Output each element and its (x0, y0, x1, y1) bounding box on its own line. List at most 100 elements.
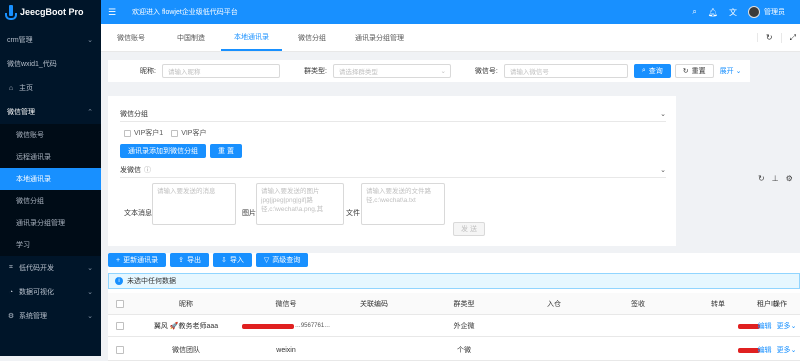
sidebar-item-lowcode[interactable]: ⌗ 低代码开发 ⌄ (0, 256, 101, 280)
tab-wechat-account[interactable]: 微信账号 (101, 24, 161, 51)
expand-link[interactable]: 展开 ⌄ (720, 66, 742, 76)
refresh-icon[interactable]: ↻ (756, 33, 773, 42)
group-checkbox[interactable]: VIP客户 (171, 128, 206, 138)
nickname-input[interactable]: 请输入昵称 (161, 64, 280, 78)
col-in-warehouse[interactable]: 入仓 (512, 293, 596, 315)
expand-label: 展开 (719, 68, 734, 75)
sidebar-sub-wechat-group[interactable]: 微信分组 (0, 190, 101, 212)
row-checkbox[interactable] (108, 339, 132, 361)
jeecg-logo-icon (5, 5, 17, 20)
sidebar-item-label: 微信wxid1_代码 (7, 61, 57, 68)
more-dropdown[interactable]: 更多⌄ (777, 321, 797, 331)
more-label: 更多 (776, 347, 791, 354)
wechat-group-collapse[interactable]: 微信分组 ⌄ (120, 106, 666, 122)
sidebar-item-label: crm管理 (7, 37, 33, 44)
sidebar-item-wechat-manage[interactable]: 微信管理 ⌃ (0, 100, 101, 124)
sidebar-sub-learn[interactable]: 学习 (0, 234, 101, 256)
group-reset-button[interactable]: 重 置 (210, 144, 242, 158)
user-menu[interactable]: 管理员 (748, 6, 785, 18)
edit-link[interactable]: 编辑 (758, 345, 772, 355)
advanced-query-button[interactable]: ▽ 高级查询 (255, 253, 309, 267)
col-group-type[interactable]: 群类型 (416, 293, 512, 315)
menu-toggle-icon[interactable]: ☰ (108, 7, 122, 18)
send-wechat-collapse[interactable]: 发微信 ⓘ ⌄ (120, 162, 666, 178)
sidebar-item-label: 主页 (19, 85, 33, 92)
search-icon[interactable]: ⌕ (692, 7, 696, 17)
edit-link[interactable]: 编辑 (758, 321, 772, 331)
export-button[interactable]: ⇪ 导出 (170, 253, 209, 267)
checkbox-box (171, 129, 179, 137)
group-checkbox[interactable]: VIP客户1 (124, 128, 163, 138)
group-type-select[interactable]: 请选择群类型 ⌄ (332, 64, 451, 78)
sidebar-sub-contact-group-manage[interactable]: 通讯录分组管理 (0, 212, 101, 234)
wechat-group-title: 微信分组 (120, 110, 148, 118)
wechat-id-input[interactable]: 请输入微信号 (503, 64, 628, 78)
column-height-icon[interactable]: ⊥ (772, 174, 779, 183)
sidebar-sub-label: 微信分组 (16, 198, 44, 205)
sidebar-item-dataviz[interactable]: ◔ 数据可视化 ⌄ (0, 280, 101, 304)
sidebar-item-home[interactable]: ⌂ 主页 (0, 76, 101, 100)
app-logo[interactable]: JeecgBoot Pro (0, 0, 101, 24)
export-label: 导出 (186, 257, 201, 264)
translate-icon[interactable]: 文 (729, 7, 737, 18)
sidebar-sub-remote-contacts[interactable]: 远程通讯录 (0, 146, 101, 168)
row-checkbox[interactable] (108, 315, 132, 337)
col-code[interactable]: 关联编码 (332, 293, 416, 315)
plus-icon: + (116, 256, 121, 264)
sidebar-item-system[interactable]: ⚙ 系统管理 ⌄ (0, 304, 101, 328)
send-button[interactable]: 发 送 (453, 222, 485, 236)
sidebar-item-crm[interactable]: crm管理 ⌄ (0, 28, 101, 52)
export-icon: ⇪ (178, 257, 184, 264)
col-nickname[interactable]: 昵称 (132, 293, 240, 315)
selection-alert-text: 未选中任何数据 (127, 278, 176, 285)
table-row[interactable]: 翼风 🚀教务老师aaa …9567761… 外企微 编辑 更多⌄ (108, 315, 800, 337)
query-label: 查询 (648, 68, 663, 75)
bell-icon[interactable]: 🔔︎ (708, 8, 718, 17)
refresh-icon[interactable]: ↻ (758, 174, 765, 183)
sidebar-sub-local-contacts[interactable]: 本地通讯录 (0, 168, 101, 190)
chevron-down-icon: ⌄ (660, 110, 666, 118)
col-sign[interactable]: 签收 (596, 293, 680, 315)
text-message-input[interactable]: 请输入要发送的消息 (152, 183, 236, 225)
image-path-input[interactable]: 请输入要发送的图片jpg|jpeg|png|gif|路径,c:\wechat\a… (256, 183, 344, 225)
add-to-group-button[interactable]: 通讯录添加到微信分组 (120, 144, 206, 158)
cell-group-type: 外企微 (453, 323, 475, 330)
fullscreen-icon[interactable]: ⤢ (780, 32, 796, 43)
import-label: 导入 (229, 257, 244, 264)
cell-wechat-id: weixin (276, 346, 296, 354)
cell-actions: 编辑 更多⌄ (754, 339, 800, 361)
cell-group-type: 个微 (457, 347, 471, 354)
reset-button[interactable]: ↻ 重置 (674, 64, 714, 78)
selection-alert: i 未选中任何数据 (108, 273, 800, 289)
checkbox-box (116, 300, 124, 308)
tab-made-in-china[interactable]: 中国制造 (161, 24, 221, 51)
select-all-checkbox[interactable] (108, 293, 132, 315)
more-dropdown[interactable]: 更多⌄ (777, 345, 797, 355)
text-message-label: 文本消息 (124, 210, 152, 217)
chevron-down-icon: ⌄ (735, 68, 742, 75)
nickname-label: 昵称: (140, 68, 156, 75)
advanced-query-label: 高级查询 (272, 257, 301, 264)
col-wechat-id[interactable]: 微信号 (240, 293, 332, 315)
col-actions: 操作 (773, 301, 787, 308)
checkbox-label: VIP客户1 (134, 130, 164, 137)
sidebar-item-wechat-code[interactable]: 微信wxid1_代码 (0, 52, 101, 76)
tab-local-contacts[interactable]: 本地通讯录 (221, 24, 282, 51)
cell-wechat-text: …9567761… (294, 323, 331, 329)
page-tabs: 微信账号 中国制造 本地通讯录 微信分组 通讯录分组管理 ↻ ⤢ (101, 24, 800, 52)
table-row[interactable]: 微信团队 weixin 个微 编辑 更多⌄ (108, 339, 800, 361)
sidebar-sub-wechat-account[interactable]: 微信账号 (0, 124, 101, 146)
file-path-input[interactable]: 请输入要发送的文件路径,c:\wechat\a.txt (361, 183, 445, 225)
more-label: 更多 (776, 323, 791, 330)
sidebar-sub-label: 学习 (16, 242, 30, 249)
setting-icon[interactable]: ⚙ (786, 174, 793, 183)
group-checkboxes: VIP客户1 VIP客户 (124, 128, 214, 138)
import-button[interactable]: ⇩ 导入 (212, 253, 252, 267)
tab-contact-group-manage[interactable]: 通讯录分组管理 (342, 24, 417, 51)
update-contacts-button[interactable]: + 更新通讯录 (108, 253, 167, 267)
action-panel: 微信分组 ⌄ VIP客户1 VIP客户 通讯录添加到微信分组 重 置 发微信 ⓘ… (108, 96, 676, 246)
query-button[interactable]: ⌕ 查询 (633, 64, 671, 78)
tab-wechat-group[interactable]: 微信分组 (282, 24, 342, 51)
sidebar-sub-label: 微信账号 (16, 132, 44, 139)
checkbox-box (124, 129, 131, 137)
